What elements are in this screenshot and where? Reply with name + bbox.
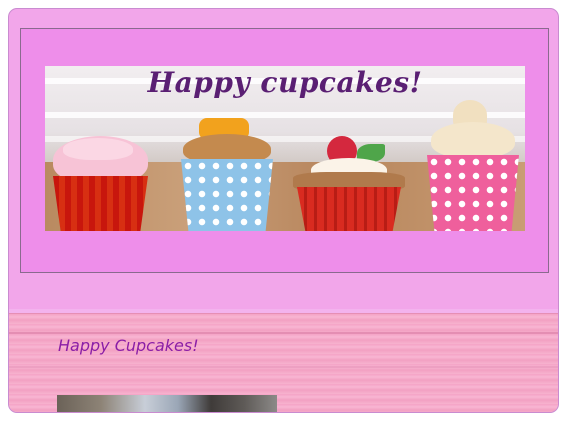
cupcake-banner-image: Happy cupcakes! <box>45 66 525 231</box>
header-panel: Happy cupcakes! <box>20 28 549 273</box>
cupcake-pink-polka-dot <box>427 100 519 231</box>
section-title: Happy Cupcakes! <box>58 336 199 355</box>
cupcake-raspberry <box>293 136 405 231</box>
page-frame: Happy cupcakes! Happy Cupcakes! <box>8 8 559 413</box>
photo-thumbnail[interactable] <box>57 395 277 412</box>
cupcake-pink-frosting <box>53 136 148 231</box>
cupcake-blue-polka-dot <box>181 118 273 231</box>
banner-title: Happy cupcakes! <box>147 66 423 99</box>
